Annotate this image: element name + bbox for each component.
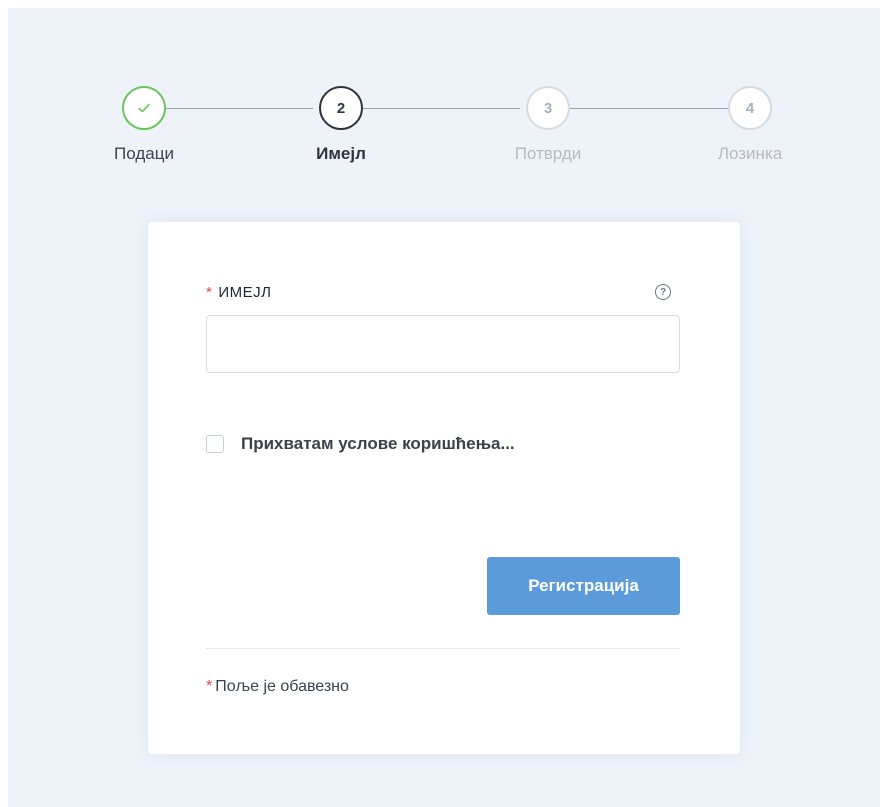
divider (206, 648, 680, 649)
register-button[interactable]: Регистрација (487, 557, 680, 615)
terms-label[interactable]: Прихватам услове коришћења... (241, 434, 515, 454)
terms-row[interactable]: Прихватам услове коришћења... (206, 434, 515, 454)
required-asterisk: * (206, 284, 213, 301)
step-circle-completed (122, 86, 166, 130)
check-icon (138, 103, 150, 113)
step-label: Потврди (514, 144, 582, 163)
step-circle-pending: 3 (526, 86, 570, 130)
terms-checkbox[interactable] (206, 435, 224, 453)
step-podaci[interactable]: Подаци (84, 86, 204, 164)
step-label: Подаци (114, 144, 174, 163)
required-asterisk: * (206, 678, 213, 695)
step-circle-active: 2 (319, 86, 363, 130)
step-imejl[interactable]: 2 Имејл (281, 86, 401, 164)
email-input[interactable] (206, 315, 680, 373)
registration-form-card: * ИМЕЈЛ ? Прихватам услове коришћења... Р… (148, 222, 740, 754)
required-note-text: Поље је обавезно (215, 678, 349, 695)
step-potvrdi[interactable]: 3 Потврди (488, 86, 608, 164)
email-label-text: ИМЕЈЛ (218, 284, 272, 301)
step-circle-pending: 4 (728, 86, 772, 130)
registration-stepper: Подаци 2 Имејл 3 Потврди 4 Лозинка (8, 86, 880, 186)
step-label: Имејл (316, 144, 366, 163)
required-field-note: * Поље је обавезно (206, 678, 349, 696)
registration-page: Подаци 2 Имејл 3 Потврди 4 Лозинка * ИМЕЈ… (8, 8, 880, 807)
step-label: Лозинка (717, 144, 783, 163)
step-lozinka[interactable]: 4 Лозинка (690, 86, 810, 164)
email-field-label: * ИМЕЈЛ (206, 284, 271, 301)
help-icon[interactable]: ? (655, 284, 671, 300)
